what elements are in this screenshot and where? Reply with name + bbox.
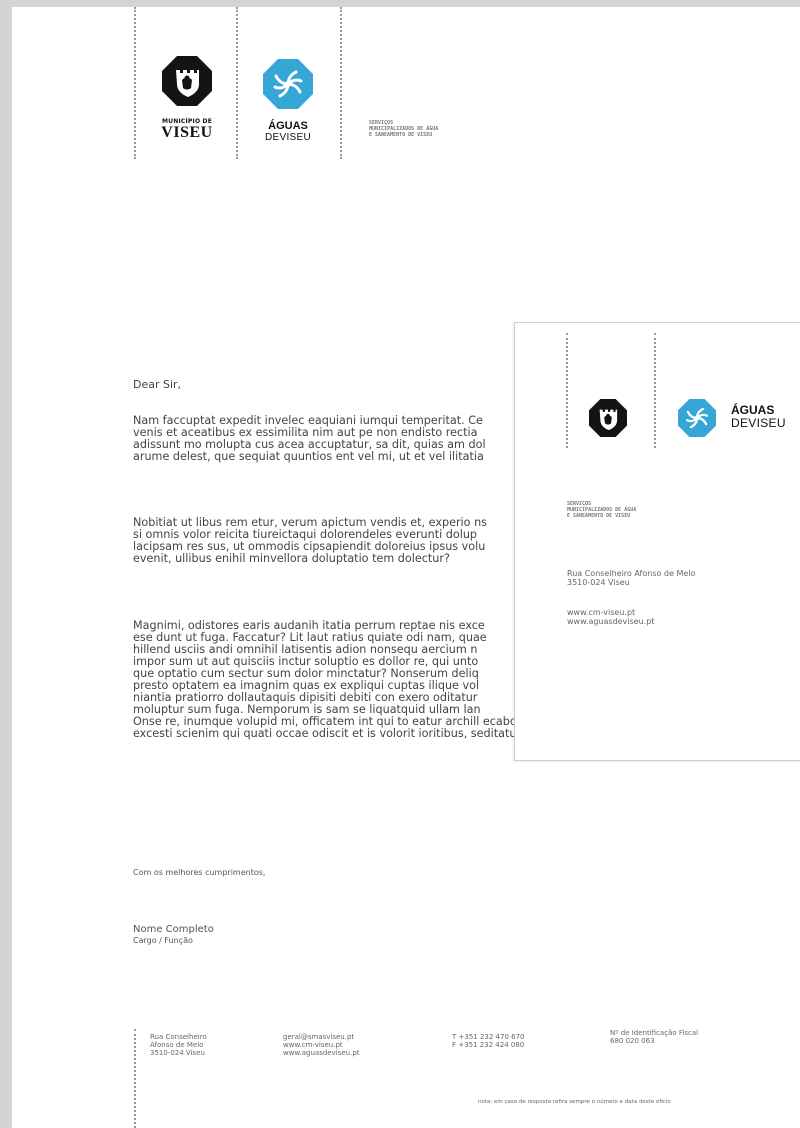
card-divider xyxy=(566,333,568,448)
footer-contacts: geral@smasviseu.pt www.cm-viseu.pt www.a… xyxy=(283,1033,360,1057)
footer-phones: T +351 232 470 670 F +351 232 424 080 xyxy=(452,1033,525,1049)
aguas-viseu-logo-icon xyxy=(678,399,716,437)
signatory-role: Cargo / Função xyxy=(133,936,193,945)
municipio-label-big: VISEU xyxy=(161,124,213,141)
footer-address: Rua Conselheiro Afonso de Melo 3510-024 … xyxy=(150,1033,207,1057)
card-smas-name: SERVIÇOS MUNICIPALIZADOS DE ÁGUA E SANEA… xyxy=(567,501,636,519)
footer-note: nota: em caso de resposta refira sempre … xyxy=(478,1099,671,1105)
signatory-name: Nome Completo xyxy=(133,924,214,935)
letterhead-page: MUNICÍPIO DE VISEU ÁGUAS DEVISEU SERVIÇO… xyxy=(12,7,800,1128)
card-aguas-title: ÁGUAS xyxy=(731,403,775,417)
footer-nif: Nº de Identificação Fiscal 680 020 063 xyxy=(610,1029,699,1045)
smas-line: E SANEAMENTO DE VISEU xyxy=(369,132,433,138)
aguas-title: ÁGUAS xyxy=(268,120,308,132)
footer-divider xyxy=(134,1029,136,1128)
smas-name: SERVIÇOS MUNICIPALIZADOS DE ÁGUA E SANEA… xyxy=(369,120,438,138)
header-divider xyxy=(236,7,238,159)
municipio-viseu-logo-icon xyxy=(162,56,212,106)
aguas-subtitle: DEVISEU xyxy=(264,132,311,143)
compliment-card: ÁGUAS DEVISEU SERVIÇOS MUNICIPALIZADOS D… xyxy=(514,322,800,761)
card-address: Rua Conselheiro Afonso de Melo 3510-024 … xyxy=(567,569,696,587)
smas-line: E SANEAMENTO DE VISEU xyxy=(567,513,631,519)
card-divider xyxy=(654,333,656,448)
card-web: www.cm-viseu.pt www.aguasdeviseu.pt xyxy=(567,608,655,626)
card-aguas-subtitle: DEVISEU xyxy=(731,416,786,430)
letter-closing: Com os melhores cumprimentos, xyxy=(133,868,266,877)
header-divider xyxy=(340,7,342,159)
aguas-viseu-logo-icon xyxy=(263,59,313,109)
header-divider xyxy=(134,7,136,159)
municipio-viseu-logo-icon xyxy=(589,399,627,437)
letter-greeting: Dear Sir, xyxy=(133,378,182,391)
